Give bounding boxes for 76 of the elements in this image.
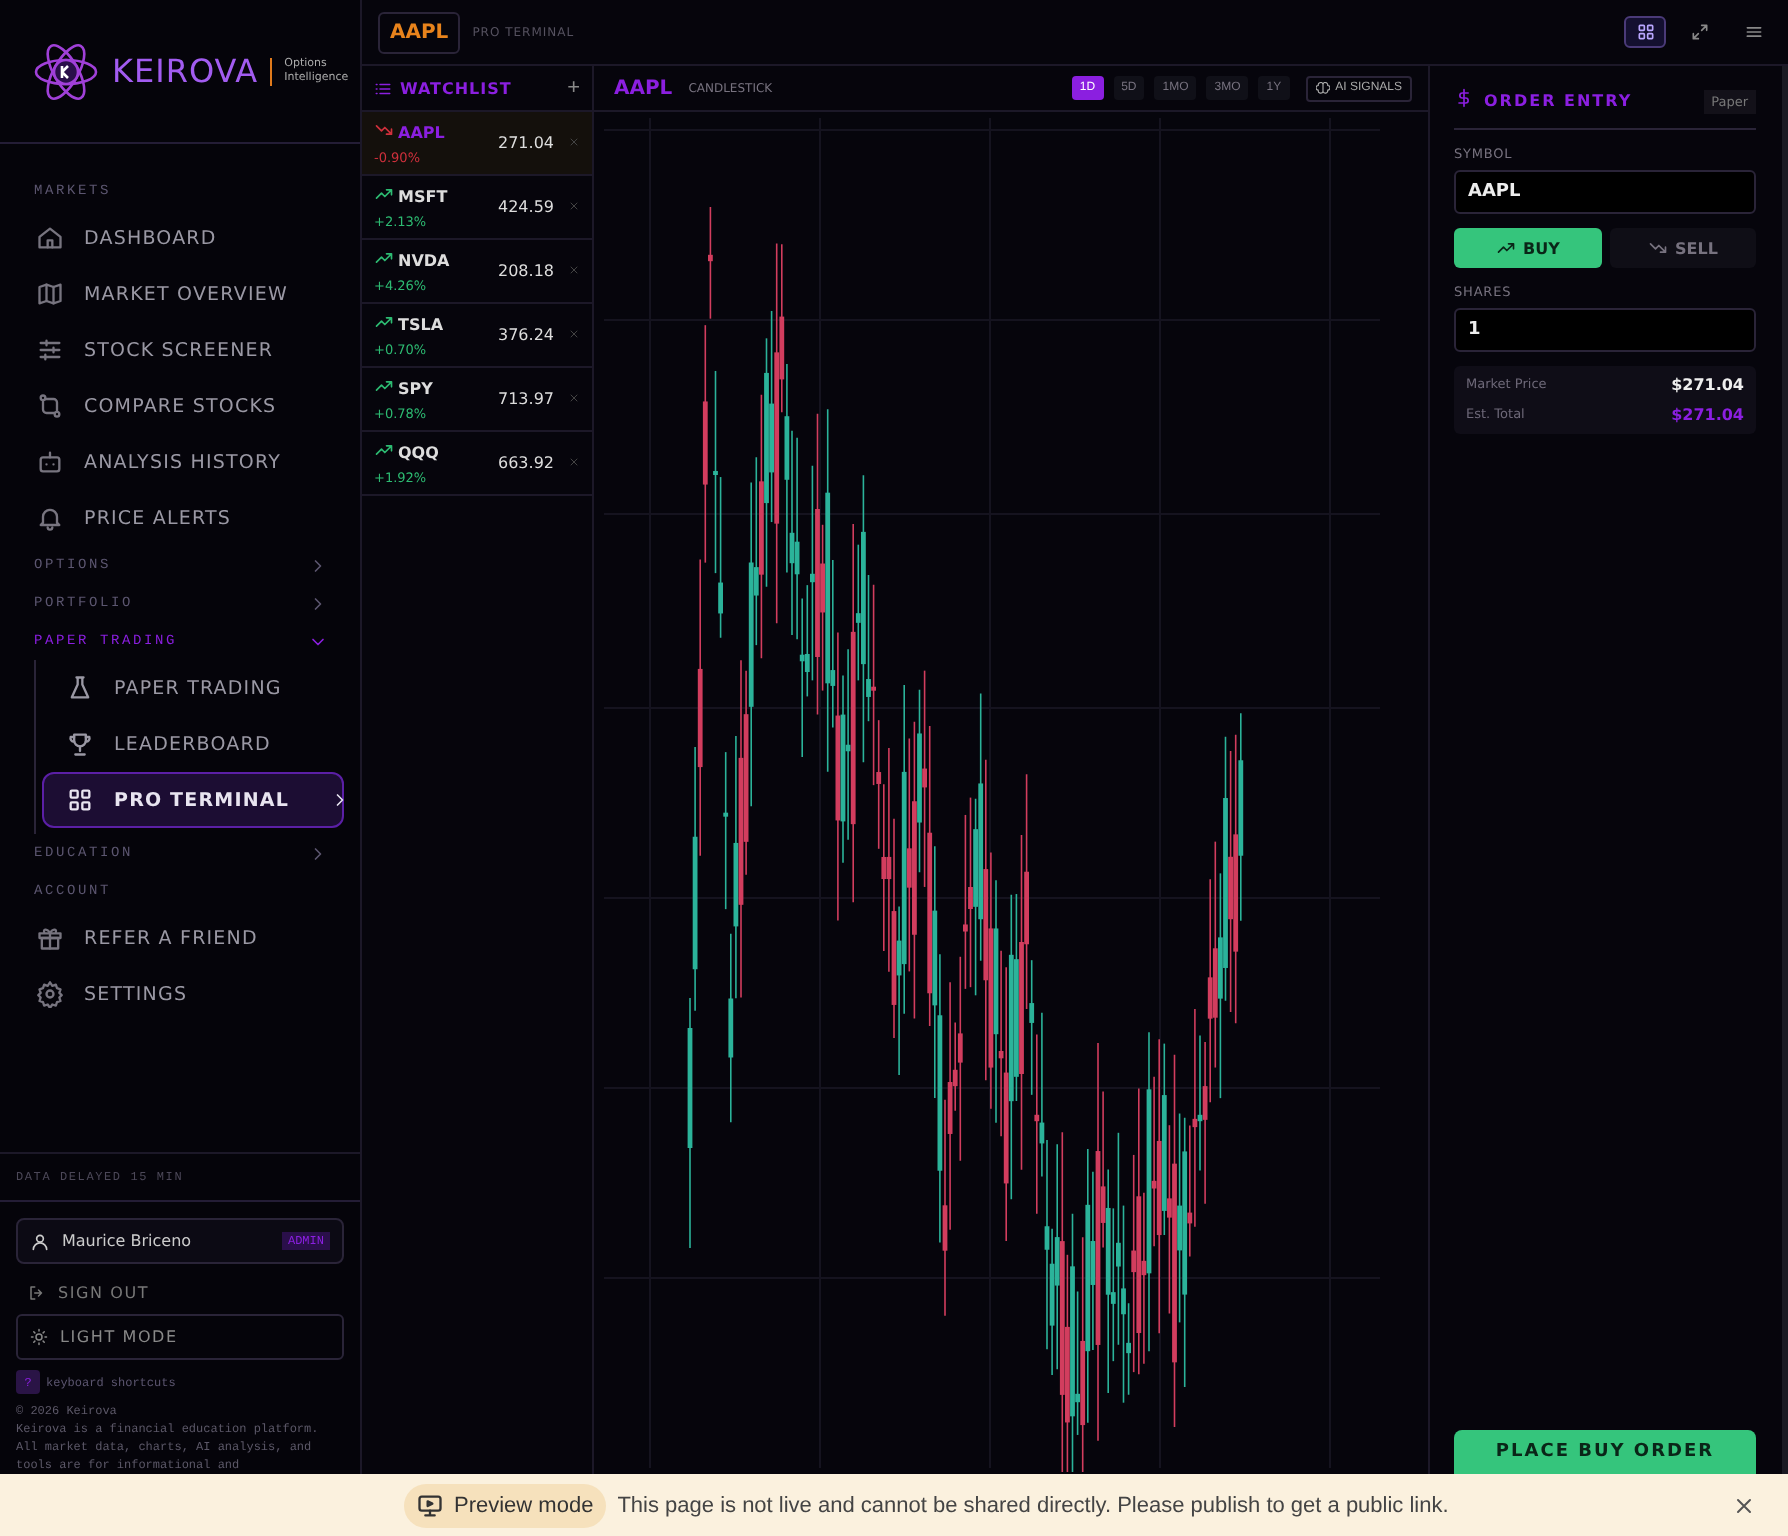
close-icon — [568, 200, 580, 212]
ticker-symbol: NVDA — [398, 251, 450, 269]
nav-item[interactable]: MARKET OVERVIEW — [0, 266, 360, 322]
price-value: 271.04 — [498, 134, 554, 152]
price-value: 663.92 — [498, 454, 554, 472]
trend-up-icon — [374, 312, 394, 332]
preview-label: Preview mode — [454, 1493, 594, 1517]
side-toggle[interactable]: BUY — [1454, 228, 1601, 268]
bell-icon — [36, 504, 64, 532]
nav-item[interactable]: DASHBOARD — [0, 210, 360, 266]
nav-item[interactable]: PAPER TRADING — [42, 660, 344, 716]
close-icon — [568, 456, 580, 468]
close-icon — [568, 136, 580, 148]
trend-up-icon — [374, 376, 394, 396]
toolbar-button[interactable] — [1624, 16, 1666, 48]
brand-name: KEIROVA — [112, 52, 259, 90]
ticker-label: AAPL — [378, 11, 461, 53]
menu-icon — [1743, 22, 1763, 42]
sliders-icon — [36, 336, 64, 364]
brain-icon — [1315, 81, 1330, 95]
theme-toggle-button[interactable]: LIGHT MODE — [16, 1314, 344, 1360]
summary-value: $271.04 — [1671, 376, 1744, 394]
user-name: Maurice Briceno — [62, 1232, 194, 1250]
chart-symbol: AAPL — [614, 77, 673, 99]
close-icon — [568, 392, 580, 404]
watchlist-title: WATCHLIST — [400, 79, 514, 97]
ticker-symbol: AAPL — [398, 123, 445, 141]
nav-item[interactable]: PRO TERMINAL — [42, 772, 344, 828]
list-icon — [374, 79, 392, 97]
logout-icon — [28, 1284, 46, 1302]
ticker-symbol: SPY — [398, 379, 433, 397]
summary-value: $271.04 — [1671, 406, 1744, 424]
banner-message: This page is not live and cannot be shared directly. Please publish to get a public link. — [617, 1493, 1451, 1517]
nav-item[interactable]: SETTINGS — [0, 966, 360, 1022]
trend-up-icon — [374, 248, 394, 268]
price-value: 376.24 — [498, 326, 554, 344]
shares-input[interactable]: 1 — [1454, 308, 1756, 352]
trophy-icon — [66, 730, 94, 758]
close-icon — [568, 328, 580, 340]
symbol-input[interactable]: AAPL — [1454, 170, 1756, 214]
ticker-symbol: MSFT — [398, 187, 448, 205]
add-button[interactable]: + — [567, 76, 580, 100]
user-icon — [30, 1231, 50, 1251]
grid-icon — [1635, 22, 1655, 42]
monitor-icon — [416, 1491, 444, 1519]
trend-up-icon — [1495, 238, 1516, 258]
ticker-symbol: QQQ — [398, 443, 439, 461]
expand-icon — [1689, 22, 1709, 42]
nav-item[interactable]: REFER A FRIEND — [0, 910, 360, 966]
nav-item[interactable]: COMPARE STOCKS — [0, 378, 360, 434]
price-value: 208.18 — [498, 262, 554, 280]
gift-icon — [36, 924, 64, 952]
compare-icon — [36, 392, 64, 420]
panel-title: ORDER ENTRY — [1484, 92, 1635, 110]
trend-down-icon — [1647, 238, 1668, 258]
trend-down-icon — [374, 120, 394, 140]
sign-out-button[interactable]: SIGN OUT — [16, 1264, 162, 1314]
home-icon — [36, 224, 64, 252]
nav-item[interactable]: STOCK SCREENER — [0, 322, 360, 378]
dollar-icon — [1454, 88, 1474, 108]
ticker-symbol: TSLA — [398, 315, 444, 333]
map-icon — [36, 280, 64, 308]
trend-up-icon — [374, 184, 394, 204]
close-icon — [568, 264, 580, 276]
price-value: 424.59 — [498, 198, 554, 216]
settings-icon — [36, 980, 64, 1008]
sun-icon — [30, 1328, 48, 1346]
trend-up-icon — [374, 440, 394, 460]
side-toggle[interactable]: SELL — [1609, 228, 1756, 268]
nav-item[interactable]: PRICE ALERTS — [0, 490, 360, 546]
price-value: 713.97 — [498, 390, 554, 408]
nav-item[interactable]: LEADERBOARD — [42, 716, 344, 772]
nav-item[interactable]: ANALYSIS HISTORY — [0, 434, 360, 490]
grid-icon — [66, 786, 94, 814]
flask-icon — [66, 674, 94, 702]
robot-icon — [36, 448, 64, 476]
